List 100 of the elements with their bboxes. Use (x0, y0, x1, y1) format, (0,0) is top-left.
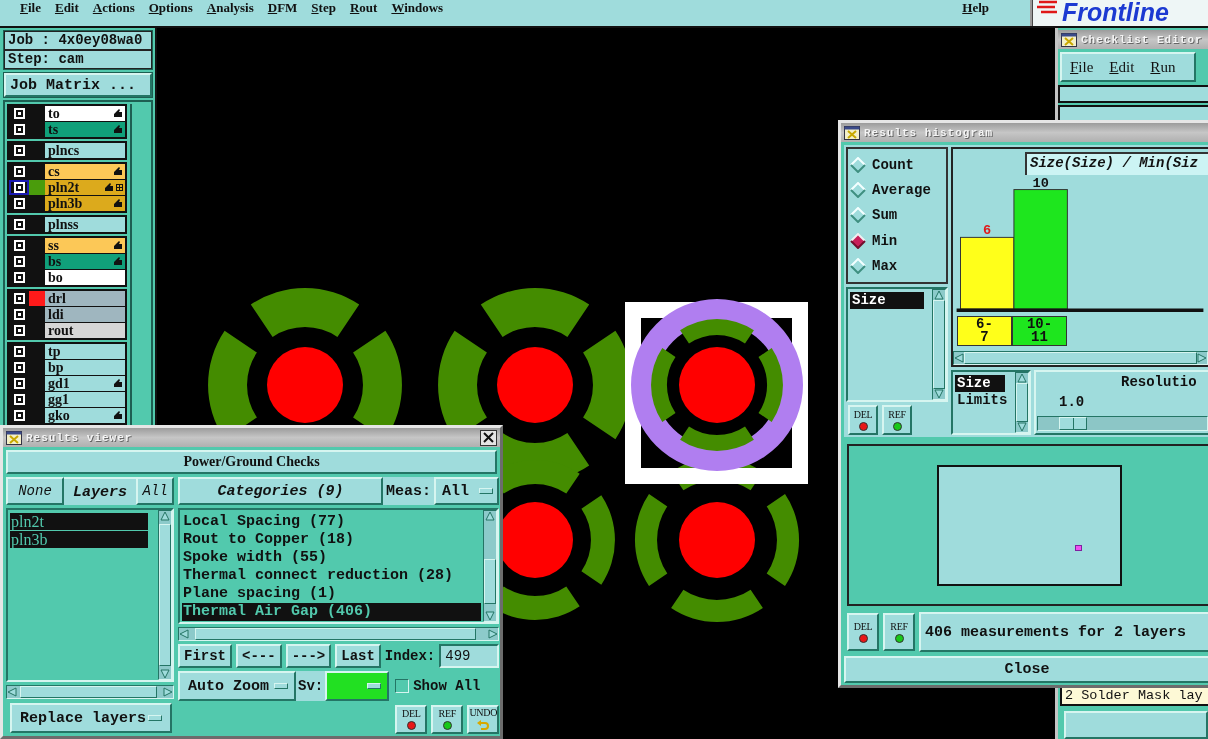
radio-option[interactable]: Min (850, 232, 944, 249)
slider-track[interactable] (1037, 416, 1208, 431)
index-field[interactable]: 499 (439, 644, 500, 668)
none-button[interactable]: None (6, 477, 64, 505)
menu-item[interactable]: File (13, 0, 48, 16)
list-item[interactable]: Spoke width (55) (182, 549, 482, 567)
window-menu-icon[interactable] (6, 430, 22, 445)
tool-button[interactable]: REF (431, 704, 464, 734)
up-arrow-icon[interactable] (485, 511, 496, 521)
down-arrow-icon[interactable] (160, 669, 170, 679)
list-item[interactable]: Limits (955, 392, 1005, 409)
layer-item[interactable]: gg1 (45, 392, 125, 407)
list-item[interactable]: Size (850, 292, 924, 309)
down-arrow-icon[interactable] (934, 389, 944, 399)
left-arrow-icon[interactable] (954, 353, 964, 363)
menu-item[interactable]: Rout (342, 0, 385, 16)
window-menu-icon[interactable] (1061, 32, 1077, 47)
menu-item[interactable]: Step (304, 0, 343, 16)
layer-item[interactable]: cs (45, 164, 125, 179)
menu-item[interactable]: DFM (260, 0, 305, 16)
vertical-scrollbar[interactable] (932, 289, 946, 400)
menu-item[interactable]: Help (955, 0, 996, 16)
nav-button[interactable]: Last (335, 644, 381, 668)
close-button[interactable]: Close (844, 656, 1208, 683)
layer-item[interactable]: bs (45, 254, 125, 269)
radio-option[interactable]: Sum (850, 207, 944, 224)
nav-button[interactable]: ---> (285, 644, 332, 668)
layer-checkbox[interactable] (9, 180, 29, 195)
layer-item[interactable]: pln3b (45, 196, 125, 211)
option-menu[interactable]: Replace layers (10, 703, 172, 733)
scroll-thumb[interactable] (159, 523, 171, 667)
layer-item[interactable]: ss (45, 238, 125, 253)
layer-item[interactable]: rout (45, 323, 125, 338)
matrix-button[interactable]: Job Matrix ... (4, 73, 152, 97)
right-arrow-icon[interactable] (1197, 353, 1207, 363)
scroll-thumb[interactable] (19, 686, 158, 698)
layer-item[interactable]: drl (45, 291, 125, 306)
menu-item[interactable]: Edit (47, 0, 86, 16)
layer-item[interactable]: ts (45, 122, 125, 137)
slider-thumb[interactable] (1059, 417, 1088, 430)
list-item[interactable]: pln3b (10, 531, 148, 548)
up-arrow-icon[interactable] (934, 290, 944, 300)
tool-button[interactable]: DEL (395, 704, 428, 734)
action-button[interactable] (1064, 711, 1208, 739)
layer-item[interactable]: plncs (45, 143, 125, 158)
menu-item[interactable]: Actions (85, 0, 142, 16)
right-arrow-icon[interactable] (488, 629, 499, 639)
vertical-scrollbar[interactable] (1015, 372, 1029, 433)
all-button[interactable]: All (136, 477, 174, 505)
menu-item[interactable]: Run (1150, 58, 1176, 76)
list-item[interactable]: pln2t (10, 513, 148, 530)
categories-button[interactable]: Categories (9) (178, 477, 383, 505)
down-arrow-icon[interactable] (485, 611, 496, 621)
tool-button[interactable]: DEL (847, 613, 879, 651)
scroll-thumb[interactable] (195, 628, 477, 640)
nav-button[interactable]: First (178, 644, 232, 668)
layer-item[interactable]: to (45, 106, 125, 121)
horizontal-scrollbar[interactable] (178, 627, 500, 641)
vertical-scrollbar[interactable] (483, 510, 498, 622)
list-item[interactable]: Rout to Copper (18) (182, 531, 482, 549)
layer-item[interactable]: bp (45, 360, 125, 375)
tool-button[interactable]: REF (883, 613, 915, 651)
radio-option[interactable]: Average (850, 182, 944, 199)
close-button[interactable] (480, 429, 497, 446)
tool-button[interactable]: UNDO (467, 704, 500, 734)
tool-button[interactable]: REF (882, 405, 912, 435)
menu-item[interactable]: Edit (1109, 58, 1135, 76)
list-item[interactable]: Local Spacing (77) (182, 513, 482, 531)
horizontal-scrollbar[interactable] (953, 351, 1208, 365)
layer-item[interactable]: tp (45, 344, 125, 359)
tool-button[interactable]: DEL (848, 405, 878, 435)
menu-item[interactable]: Analysis (199, 0, 261, 16)
layer-item[interactable]: bo (45, 270, 125, 285)
horizontal-scrollbar[interactable] (6, 685, 174, 699)
menu-item[interactable]: File (1070, 58, 1094, 76)
overview-map[interactable] (937, 464, 1122, 586)
list-item[interactable]: Thermal connect reduction (28) (182, 567, 482, 585)
layer-item[interactable]: gd1 (45, 376, 125, 391)
vertical-scrollbar[interactable] (158, 510, 172, 680)
layer-item[interactable]: pln2t (45, 180, 125, 195)
menu-item[interactable]: Options (141, 0, 200, 16)
checkbox[interactable] (395, 679, 410, 693)
down-arrow-icon[interactable] (1017, 422, 1027, 432)
up-arrow-icon[interactable] (1017, 373, 1027, 383)
list-item[interactable]: Plane spacing (1) (182, 585, 482, 603)
radio-option[interactable]: Count (850, 156, 944, 173)
severity-menu[interactable] (325, 671, 390, 701)
right-arrow-icon[interactable] (163, 687, 173, 697)
layer-item[interactable]: gko (45, 408, 125, 423)
layer-item[interactable]: plnss (45, 217, 125, 232)
menu-item[interactable]: Windows (384, 0, 451, 16)
list-item[interactable]: Size (955, 375, 1005, 392)
list-item[interactable]: Thermal Air Gap (406) (182, 603, 482, 621)
nav-button[interactable]: <--- (236, 644, 282, 668)
window-menu-icon[interactable] (844, 125, 860, 140)
option-menu[interactable]: Auto Zoom (178, 671, 296, 701)
radio-option[interactable]: Max (850, 258, 944, 275)
left-arrow-icon[interactable] (179, 629, 189, 639)
left-arrow-icon[interactable] (7, 687, 17, 697)
scroll-thumb[interactable] (484, 558, 497, 604)
